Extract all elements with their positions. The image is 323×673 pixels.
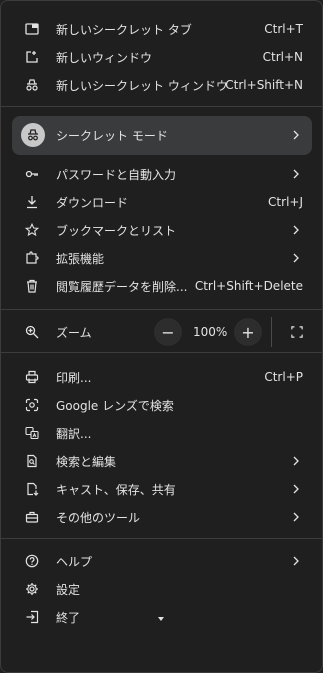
menu-item-label: 翻訳... xyxy=(56,426,92,441)
fullscreen-button[interactable] xyxy=(283,318,311,346)
zoom-out-button[interactable]: − xyxy=(154,318,182,346)
lens-icon xyxy=(23,396,41,414)
toolbox-icon xyxy=(23,508,41,526)
menu-item-label: 新しいウィンドウ xyxy=(56,50,153,65)
menu-item-print[interactable]: 印刷... Ctrl+P xyxy=(1,363,322,391)
incognito-icon xyxy=(23,76,41,94)
menu-item-settings[interactable]: 設定 xyxy=(1,575,322,603)
gear-icon xyxy=(23,580,41,598)
menu-item-passwords[interactable]: パスワードと自動入力 xyxy=(1,160,322,188)
new-window-icon xyxy=(23,48,41,66)
chevron-right-icon xyxy=(293,484,299,494)
zoom-in-button[interactable]: + xyxy=(234,318,262,346)
menu-item-bookmarks[interactable]: ブックマークとリスト xyxy=(1,216,322,244)
separator xyxy=(1,352,322,353)
plus-icon: + xyxy=(241,322,255,342)
menu-item-label: 終了 xyxy=(56,610,81,625)
menu-item-label: 新しいシークレット ウィンドウ xyxy=(56,78,228,93)
shortcut-label: Ctrl+Shift+Delete xyxy=(194,279,303,293)
menu-item-label: シークレット モード xyxy=(56,128,168,143)
scroll-more-indicator[interactable] xyxy=(158,617,164,621)
zoom-icon xyxy=(23,323,41,341)
shortcut-label: Ctrl+Shift+N xyxy=(225,78,303,92)
menu-item-label: 閲覧履歴データを削除... xyxy=(56,279,188,294)
menu-item-new-window[interactable]: 新しいウィンドウ Ctrl+N xyxy=(1,43,322,71)
help-icon xyxy=(23,552,41,570)
menu-item-translate[interactable]: 翻訳... xyxy=(1,419,322,447)
menu-item-label: 印刷... xyxy=(56,370,92,385)
fullscreen-icon xyxy=(291,326,303,338)
menu-item-more-tools[interactable]: その他のツール xyxy=(1,503,322,531)
menu-item-cast-save-share[interactable]: キャスト、保存、共有 xyxy=(1,475,322,503)
menu-item-label: 設定 xyxy=(56,582,81,597)
star-icon xyxy=(23,221,41,239)
chrome-app-menu: 新しいシークレット タブ Ctrl+T 新しいウィンドウ Ctrl+N 新しいシ… xyxy=(0,0,323,673)
zoom-level: 100% xyxy=(193,325,228,339)
menu-item-incognito-mode[interactable]: シークレット モード xyxy=(1,121,322,149)
translate-icon xyxy=(23,424,41,442)
separator xyxy=(1,106,322,107)
menu-item-label: ズーム xyxy=(56,325,92,340)
chevron-right-icon xyxy=(293,169,299,179)
new-tab-icon xyxy=(23,20,41,38)
menu-item-find-edit[interactable]: 検索と編集 xyxy=(1,447,322,475)
menu-item-label: 新しいシークレット タブ xyxy=(56,22,192,37)
minus-icon: − xyxy=(161,322,175,342)
shortcut-label: Ctrl+N xyxy=(262,50,303,64)
chevron-right-icon xyxy=(293,456,299,466)
menu-item-label: ヘルプ xyxy=(56,554,93,569)
menu-item-label: Google レンズで検索 xyxy=(56,398,174,413)
menu-item-help[interactable]: ヘルプ xyxy=(1,547,322,575)
menu-item-clear-data[interactable]: 閲覧履歴データを削除... Ctrl+Shift+Delete xyxy=(1,272,322,300)
menu-item-extensions[interactable]: 拡張機能 xyxy=(1,244,322,272)
menu-item-new-incognito-tab[interactable]: 新しいシークレット タブ Ctrl+T xyxy=(1,15,322,43)
separator xyxy=(1,538,322,539)
menu-item-label: 拡張機能 xyxy=(56,251,105,266)
shortcut-label: Ctrl+T xyxy=(264,22,303,36)
menu-item-label: ブックマークとリスト xyxy=(56,223,177,238)
cast-save-icon xyxy=(23,480,41,498)
chevron-right-icon xyxy=(293,556,299,566)
separator xyxy=(1,309,322,310)
download-icon xyxy=(23,193,41,211)
exit-icon xyxy=(23,608,41,626)
key-icon xyxy=(23,165,41,183)
incognito-avatar-icon xyxy=(21,123,45,147)
menu-item-label: パスワードと自動入力 xyxy=(56,167,177,182)
chevron-right-icon xyxy=(293,512,299,522)
menu-item-downloads[interactable]: ダウンロード Ctrl+J xyxy=(1,188,322,216)
chevron-right-icon xyxy=(293,253,299,263)
menu-item-label: その他のツール xyxy=(56,510,141,525)
trash-icon xyxy=(23,277,41,295)
menu-item-label: キャスト、保存、共有 xyxy=(56,482,176,497)
menu-item-label: ダウンロード xyxy=(56,195,129,210)
zoom-divider xyxy=(271,317,272,347)
chevron-right-icon xyxy=(293,225,299,235)
find-icon xyxy=(23,452,41,470)
extension-icon xyxy=(23,249,41,267)
print-icon xyxy=(23,368,41,386)
menu-item-label: 検索と編集 xyxy=(56,454,117,469)
menu-item-new-incognito-window[interactable]: 新しいシークレット ウィンドウ Ctrl+Shift+N xyxy=(1,71,322,99)
menu-item-google-lens[interactable]: Google レンズで検索 xyxy=(1,391,322,419)
chevron-right-icon xyxy=(293,130,299,140)
shortcut-label: Ctrl+P xyxy=(264,370,303,384)
shortcut-label: Ctrl+J xyxy=(268,195,303,209)
